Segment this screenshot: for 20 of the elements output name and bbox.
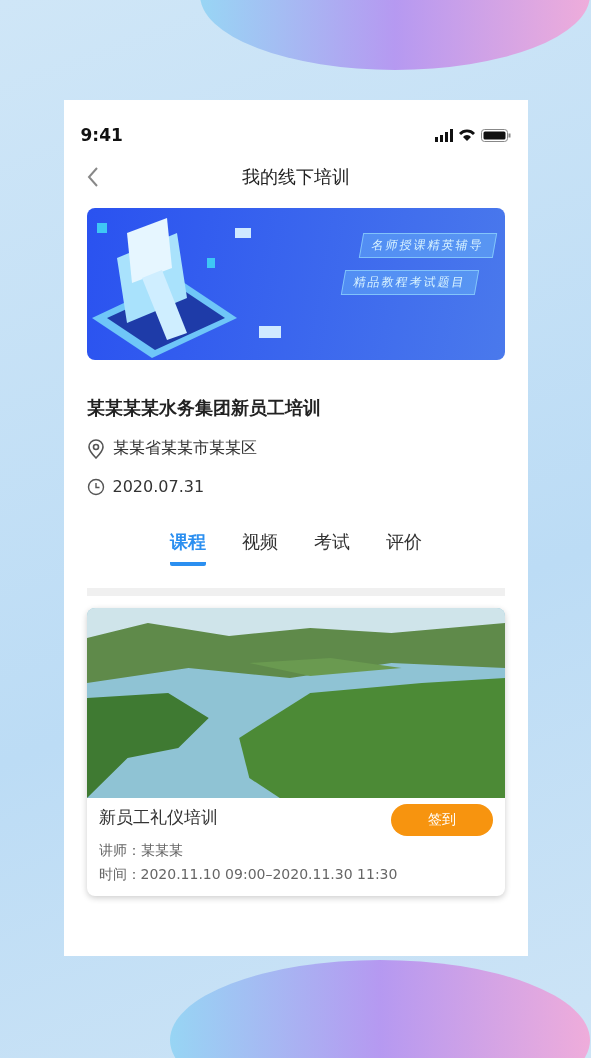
tab[interactable]: 评价 — [385, 530, 422, 566]
training-location: 某某省某某市某某区 — [112, 438, 257, 459]
status-time: 9:41 — [80, 125, 123, 145]
tab[interactable]: 考试 — [313, 530, 350, 566]
training-title: 某某某某水务集团新员工培训 — [86, 396, 322, 420]
signal-icon — [434, 128, 453, 142]
training-date: 2020.07.31 — [112, 477, 205, 496]
tab[interactable]: 视频 — [241, 530, 278, 566]
location-pin-icon — [86, 438, 105, 459]
course-time: 时间：2020.11.10 09:00–2020.11.30 11:30 — [98, 866, 399, 884]
battery-icon — [480, 128, 511, 142]
clock-icon — [86, 477, 105, 496]
course-title: 新员工礼仪培训 — [98, 806, 219, 829]
page-title: 我的线下培训 — [241, 165, 350, 189]
banner-tagline: 精品教程考试题目 — [340, 270, 479, 295]
banner-tagline: 名师授课精英辅导 — [358, 233, 497, 258]
course-card[interactable]: 新员工礼仪培训 签到 讲师：某某某 时间：2020.11.10 09:00–2020.11.30 11:30 — [86, 608, 505, 896]
wifi-icon — [458, 129, 475, 141]
course-teacher: 讲师：某某某 — [98, 842, 184, 860]
back-button[interactable] — [86, 167, 99, 187]
